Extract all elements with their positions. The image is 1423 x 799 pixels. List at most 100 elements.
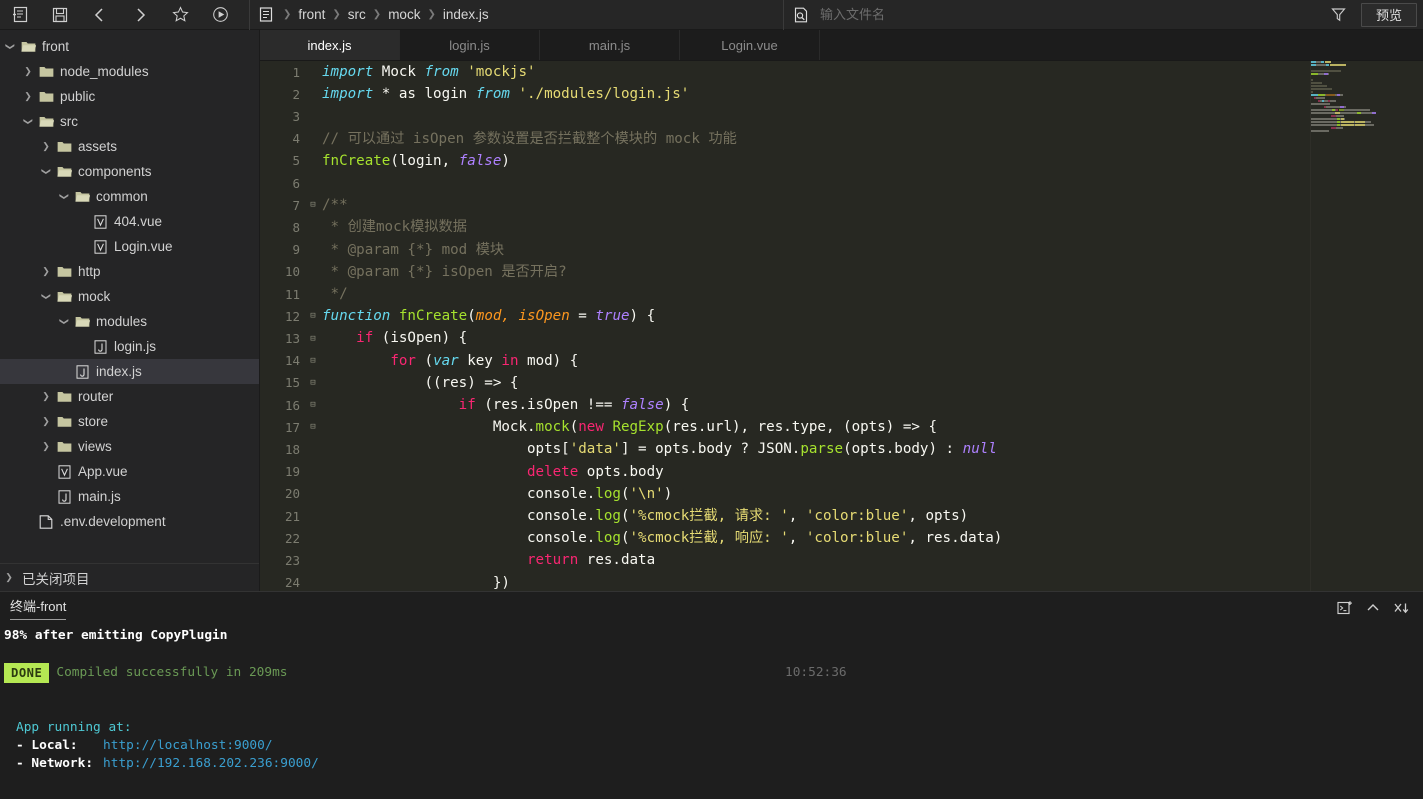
chevron-right-icon[interactable]: ❯ — [38, 441, 54, 452]
code-line[interactable]: 14 ⊟ for (var key in mod) { — [260, 350, 1423, 372]
chevron-down-icon[interactable]: ❯ — [59, 314, 70, 330]
preview-button[interactable]: 预览 — [1360, 2, 1417, 27]
code-line[interactable]: 19 delete opts.body — [260, 461, 1423, 483]
minimap-line — [1311, 88, 1423, 90]
chevron-down-icon[interactable]: ❯ — [41, 289, 52, 305]
editor-tab-main-js[interactable]: main.js — [540, 30, 680, 60]
code-line[interactable]: 2 import * as login from './modules/login… — [260, 83, 1423, 105]
fold-marker[interactable]: ⊟ — [306, 305, 320, 327]
tree-item-app-vue[interactable]: ❯App.vue — [0, 459, 259, 484]
code-line[interactable]: 12 ⊟ function fnCreate(mod, isOpen = true)… — [260, 305, 1423, 327]
editor-tab-login-vue[interactable]: Login.vue — [680, 30, 820, 60]
code-line[interactable]: 18 opts['data'] = opts.body ? JSON.parse… — [260, 438, 1423, 460]
code-line[interactable]: 21 console.log('%cmock拦截, 请求: ', 'color:… — [260, 505, 1423, 527]
breadcrumb-item-front[interactable]: front — [296, 7, 327, 22]
chevron-down-icon[interactable]: ❯ — [59, 189, 70, 205]
tree-item-label: index.js — [96, 364, 142, 379]
tree-item-login-js[interactable]: ❯login.js — [0, 334, 259, 359]
code-line[interactable]: 8 * 创建mock模拟数据 — [260, 216, 1423, 238]
bookmark-star-icon[interactable] — [160, 0, 200, 30]
vue-file-icon — [90, 239, 110, 254]
tree-item-main-js[interactable]: ❯main.js — [0, 484, 259, 509]
minimap-line — [1311, 103, 1423, 105]
tree-item-components[interactable]: ❯ components — [0, 159, 259, 184]
code-line[interactable]: 23 return res.data — [260, 549, 1423, 571]
chevron-right-icon[interactable]: ❯ — [38, 391, 54, 402]
tree-item-login-vue[interactable]: ❯Login.vue — [0, 234, 259, 259]
fold-marker[interactable]: ⊟ — [306, 394, 320, 416]
tree-item-front[interactable]: ❯ front — [0, 34, 259, 59]
closed-projects-section[interactable]: ❯ 已关闭项目 — [0, 563, 259, 591]
tree-item-http[interactable]: ❯ http — [0, 259, 259, 284]
tree-item-node-modules[interactable]: ❯ node_modules — [0, 59, 259, 84]
code-line[interactable]: 4 // 可以通过 isOpen 参数设置是否拦截整个模块的 mock 功能 — [260, 128, 1423, 150]
fold-marker[interactable]: ⊟ — [306, 327, 320, 349]
fold-marker — [306, 483, 320, 505]
code-line[interactable]: 22 console.log('%cmock拦截, 响应: ', 'color:… — [260, 527, 1423, 549]
code-line[interactable]: 16 ⊟ if (res.isOpen !== false) { — [260, 394, 1423, 416]
chevron-right-icon[interactable]: ❯ — [38, 266, 54, 277]
search-input[interactable] — [814, 7, 1321, 22]
tree-item-assets[interactable]: ❯ assets — [0, 134, 259, 159]
kill-terminal-icon[interactable] — [1387, 594, 1415, 622]
tree-item-src[interactable]: ❯ src — [0, 109, 259, 134]
fold-marker[interactable]: ⊟ — [306, 350, 320, 372]
fold-marker — [306, 83, 320, 105]
save-icon[interactable] — [40, 0, 80, 30]
code-line[interactable]: 6 — [260, 172, 1423, 194]
code-line[interactable]: 5 fnCreate(login, false) — [260, 150, 1423, 172]
new-file-icon[interactable] — [0, 0, 40, 30]
fold-marker[interactable]: ⊟ — [306, 372, 320, 394]
code-line[interactable]: 13 ⊟ if (isOpen) { — [260, 327, 1423, 349]
chevron-right-icon[interactable]: ❯ — [38, 416, 54, 427]
chevron-right-icon[interactable]: ❯ — [38, 141, 54, 152]
chevron-down-icon[interactable]: ❯ — [23, 114, 34, 130]
code-line[interactable]: 3 — [260, 105, 1423, 127]
tree-item-views[interactable]: ❯ views — [0, 434, 259, 459]
minimap-line — [1311, 106, 1423, 108]
terminal-network-url[interactable]: http://192.168.202.236:9000/ — [103, 755, 319, 773]
chevron-right-icon[interactable]: ❯ — [20, 66, 36, 77]
code-line[interactable]: 7 ⊟/** — [260, 194, 1423, 216]
fold-marker[interactable]: ⊟ — [306, 416, 320, 438]
tree-item-mock[interactable]: ❯ mock — [0, 284, 259, 309]
editor-tab-login-js[interactable]: login.js — [400, 30, 540, 60]
editor-vertical-scrollbar[interactable] — [1300, 61, 1310, 591]
code-line[interactable]: 1 import Mock from 'mockjs' — [260, 61, 1423, 83]
forward-arrow-icon[interactable] — [120, 0, 160, 30]
fold-marker[interactable]: ⊟ — [306, 194, 320, 216]
tree-item-common[interactable]: ❯ common — [0, 184, 259, 209]
code-line[interactable]: 9 * @param {*} mod 模块 — [260, 239, 1423, 261]
tree-item--env-development[interactable]: ❯.env.development — [0, 509, 259, 534]
code-line[interactable]: 11 */ — [260, 283, 1423, 305]
chevron-right-icon[interactable]: ❯ — [20, 91, 36, 102]
filter-icon[interactable] — [1321, 7, 1357, 22]
breadcrumb-item-indexjs[interactable]: index.js — [441, 7, 491, 22]
editor-minimap[interactable] — [1310, 61, 1423, 591]
tree-item-router[interactable]: ❯ router — [0, 384, 259, 409]
chevron-down-icon[interactable]: ❯ — [41, 164, 52, 180]
tree-item-store[interactable]: ❯ store — [0, 409, 259, 434]
collapse-panel-icon[interactable] — [1359, 594, 1387, 622]
breadcrumb-item-mock[interactable]: mock — [386, 7, 422, 22]
editor-tab-index-js[interactable]: index.js — [260, 30, 400, 60]
code-editor[interactable]: 1 import Mock from 'mockjs' 2 import * as l… — [260, 61, 1423, 591]
new-terminal-icon[interactable] — [1331, 594, 1359, 622]
tree-item-public[interactable]: ❯ public — [0, 84, 259, 109]
code-line-text: function fnCreate(mod, isOpen = true) { — [322, 308, 656, 325]
run-icon[interactable] — [200, 0, 240, 30]
tree-item-modules[interactable]: ❯ modules — [0, 309, 259, 334]
chevron-down-icon[interactable]: ❯ — [5, 39, 16, 55]
code-line[interactable]: 24 }) — [260, 572, 1423, 591]
terminal-tab-front[interactable]: 终端-front — [10, 596, 67, 620]
back-arrow-icon[interactable] — [80, 0, 120, 30]
breadcrumb-item-src[interactable]: src — [346, 7, 368, 22]
tree-item-index-js[interactable]: ❯index.js — [0, 359, 259, 384]
tree-item-404-vue[interactable]: ❯404.vue — [0, 209, 259, 234]
code-line[interactable]: 17 ⊟ Mock.mock(new RegExp(res.url), res.t… — [260, 416, 1423, 438]
terminal-local-url[interactable]: http://localhost:9000/ — [103, 737, 273, 755]
code-line[interactable]: 10 * @param {*} isOpen 是否开启? — [260, 261, 1423, 283]
code-line[interactable]: 15 ⊟ ((res) => { — [260, 372, 1423, 394]
terminal-output[interactable]: 98% after emitting CopyPlugin DONE Compi… — [0, 623, 1423, 799]
code-line[interactable]: 20 console.log('\n') — [260, 483, 1423, 505]
